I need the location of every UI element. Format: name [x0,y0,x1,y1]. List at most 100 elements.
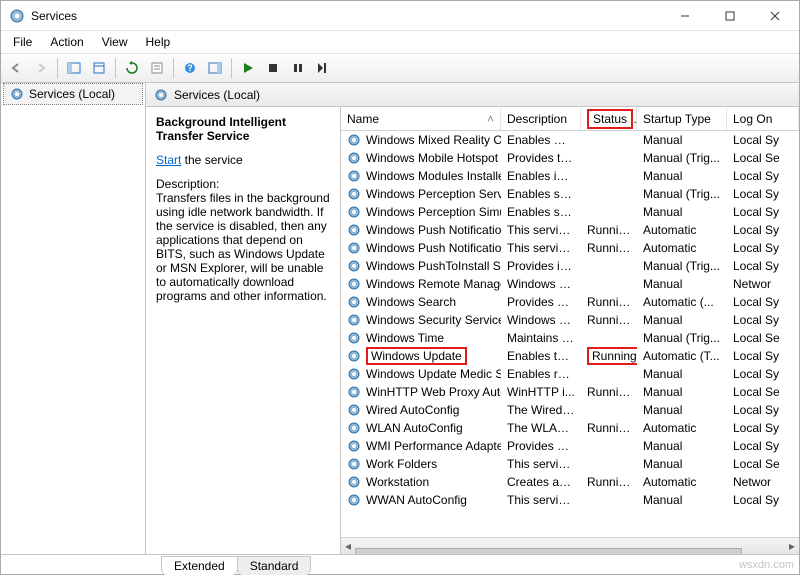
service-startup: Manual [637,366,727,382]
tree-pane[interactable]: Services (Local) [1,83,146,554]
service-status [581,175,637,177]
service-logon: Local Sy [727,438,799,454]
service-row[interactable]: Windows TimeMaintains d...Manual (Trig..… [341,329,799,347]
service-status [581,211,637,213]
service-status: Running [581,420,637,436]
service-description: WinHTTP i... [501,384,581,400]
service-description: Enables rem... [501,366,581,382]
pause-service-button[interactable] [287,57,309,79]
service-row[interactable]: Windows Mobile Hotspot S...Provides th..… [341,149,799,167]
tab-standard[interactable]: Standard [237,556,312,575]
tab-extended[interactable]: Extended [161,556,238,575]
service-row[interactable]: WWAN AutoConfigThis service ...ManualLoc… [341,491,799,509]
services-list[interactable]: Name ˄ Description Status Startup Type L… [341,107,799,554]
description-pane: Background Intelligent Transfer Service … [146,107,341,554]
stop-service-button[interactable] [262,57,284,79]
service-row[interactable]: Windows Perception Simul...Enables spa..… [341,203,799,221]
service-row[interactable]: Windows Perception ServiceEnables spa...… [341,185,799,203]
list-rows[interactable]: Windows Mixed Reality Op...Enables Mix..… [341,131,799,537]
window-title: Services [31,9,77,23]
service-description: Enables inst... [501,168,581,184]
service-status [581,283,637,285]
service-name: Windows Push Notificatio... [366,223,501,237]
menu-file[interactable]: File [5,33,40,51]
menu-view[interactable]: View [94,33,136,51]
service-startup: Automatic [637,222,727,238]
start-service-button[interactable] [237,57,259,79]
gear-icon [347,403,361,417]
tree-item-services-local[interactable]: Services (Local) [3,83,143,105]
service-name: WLAN AutoConfig [366,421,463,435]
action-pane-button[interactable] [204,57,226,79]
service-name: Wired AutoConfig [366,403,459,417]
scroll-right-icon[interactable]: ▸ [785,539,799,553]
service-row[interactable]: Windows Modules InstallerEnables inst...… [341,167,799,185]
service-row[interactable]: Windows Mixed Reality Op...Enables Mix..… [341,131,799,149]
service-row[interactable]: Windows Security ServiceWindows Se...Run… [341,311,799,329]
help-button[interactable]: ? [179,57,201,79]
horizontal-scrollbar[interactable]: ◂ ▸ [341,537,799,554]
service-status [581,499,637,501]
service-startup: Manual (Trig... [637,330,727,346]
properties-button[interactable] [146,57,168,79]
service-status [581,193,637,195]
start-suffix: the service [181,153,242,167]
service-description: This service ... [501,240,581,256]
maximize-button[interactable] [707,2,752,30]
service-status [581,445,637,447]
gear-icon [347,205,361,219]
close-button[interactable] [752,2,797,30]
service-startup: Manual [637,204,727,220]
service-row[interactable]: WMI Performance AdapterProvides pe...Man… [341,437,799,455]
service-logon: Local Sy [727,402,799,418]
gear-icon [347,169,361,183]
service-logon: Local Se [727,150,799,166]
start-service-link[interactable]: Start [156,153,181,167]
service-row[interactable]: Windows Update Medic Ser...Enables rem..… [341,365,799,383]
main-area: Services (Local) Services (Local) Backgr… [1,83,799,554]
service-row[interactable]: WLAN AutoConfigThe WLANS...RunningAutoma… [341,419,799,437]
service-status [581,139,637,141]
column-description[interactable]: Description [501,108,581,130]
service-description: Enables spa... [501,186,581,202]
service-row[interactable]: Windows UpdateEnables the ...RunningAuto… [341,347,799,365]
column-status[interactable]: Status [581,107,637,133]
service-logon: Local Sy [727,168,799,184]
scroll-left-icon[interactable]: ◂ [341,539,355,553]
service-row[interactable]: WinHTTP Web Proxy Auto-...WinHTTP i...Ru… [341,383,799,401]
service-description: Enables Mix... [501,132,581,148]
service-name: WinHTTP Web Proxy Auto-... [366,385,501,399]
service-status [581,265,637,267]
back-button[interactable] [5,57,27,79]
service-startup: Manual [637,312,727,328]
export-list-button[interactable] [88,57,110,79]
forward-button[interactable] [30,57,52,79]
service-description: The Wired A... [501,402,581,418]
service-startup: Automatic [637,240,727,256]
column-logon[interactable]: Log On [727,108,799,130]
menu-action[interactable]: Action [42,33,91,51]
refresh-button[interactable] [121,57,143,79]
service-description: Maintains d... [501,330,581,346]
service-row[interactable]: Windows Push Notificatio...This service … [341,221,799,239]
column-startup[interactable]: Startup Type [637,108,727,130]
service-startup: Manual [637,456,727,472]
gear-icon [347,241,361,255]
minimize-button[interactable] [662,2,707,30]
column-name[interactable]: Name ˄ [341,108,501,130]
service-row[interactable]: Windows PushToInstall Serv...Provides in… [341,257,799,275]
restart-service-button[interactable] [312,57,334,79]
show-hide-tree-button[interactable] [63,57,85,79]
service-row[interactable]: Work FoldersThis service ...ManualLocal … [341,455,799,473]
service-startup: Automatic [637,420,727,436]
menu-help[interactable]: Help [138,33,179,51]
service-logon: Local Sy [727,294,799,310]
service-row[interactable]: Windows Push Notificatio...This service … [341,239,799,257]
gear-icon [347,421,361,435]
list-header: Name ˄ Description Status Startup Type L… [341,107,799,131]
service-row[interactable]: Windows Remote Manage...Windows R...Manu… [341,275,799,293]
service-startup: Manual [637,492,727,508]
service-row[interactable]: Windows SearchProvides co...RunningAutom… [341,293,799,311]
service-row[interactable]: Wired AutoConfigThe Wired A...ManualLoca… [341,401,799,419]
service-row[interactable]: WorkstationCreates and...RunningAutomati… [341,473,799,491]
